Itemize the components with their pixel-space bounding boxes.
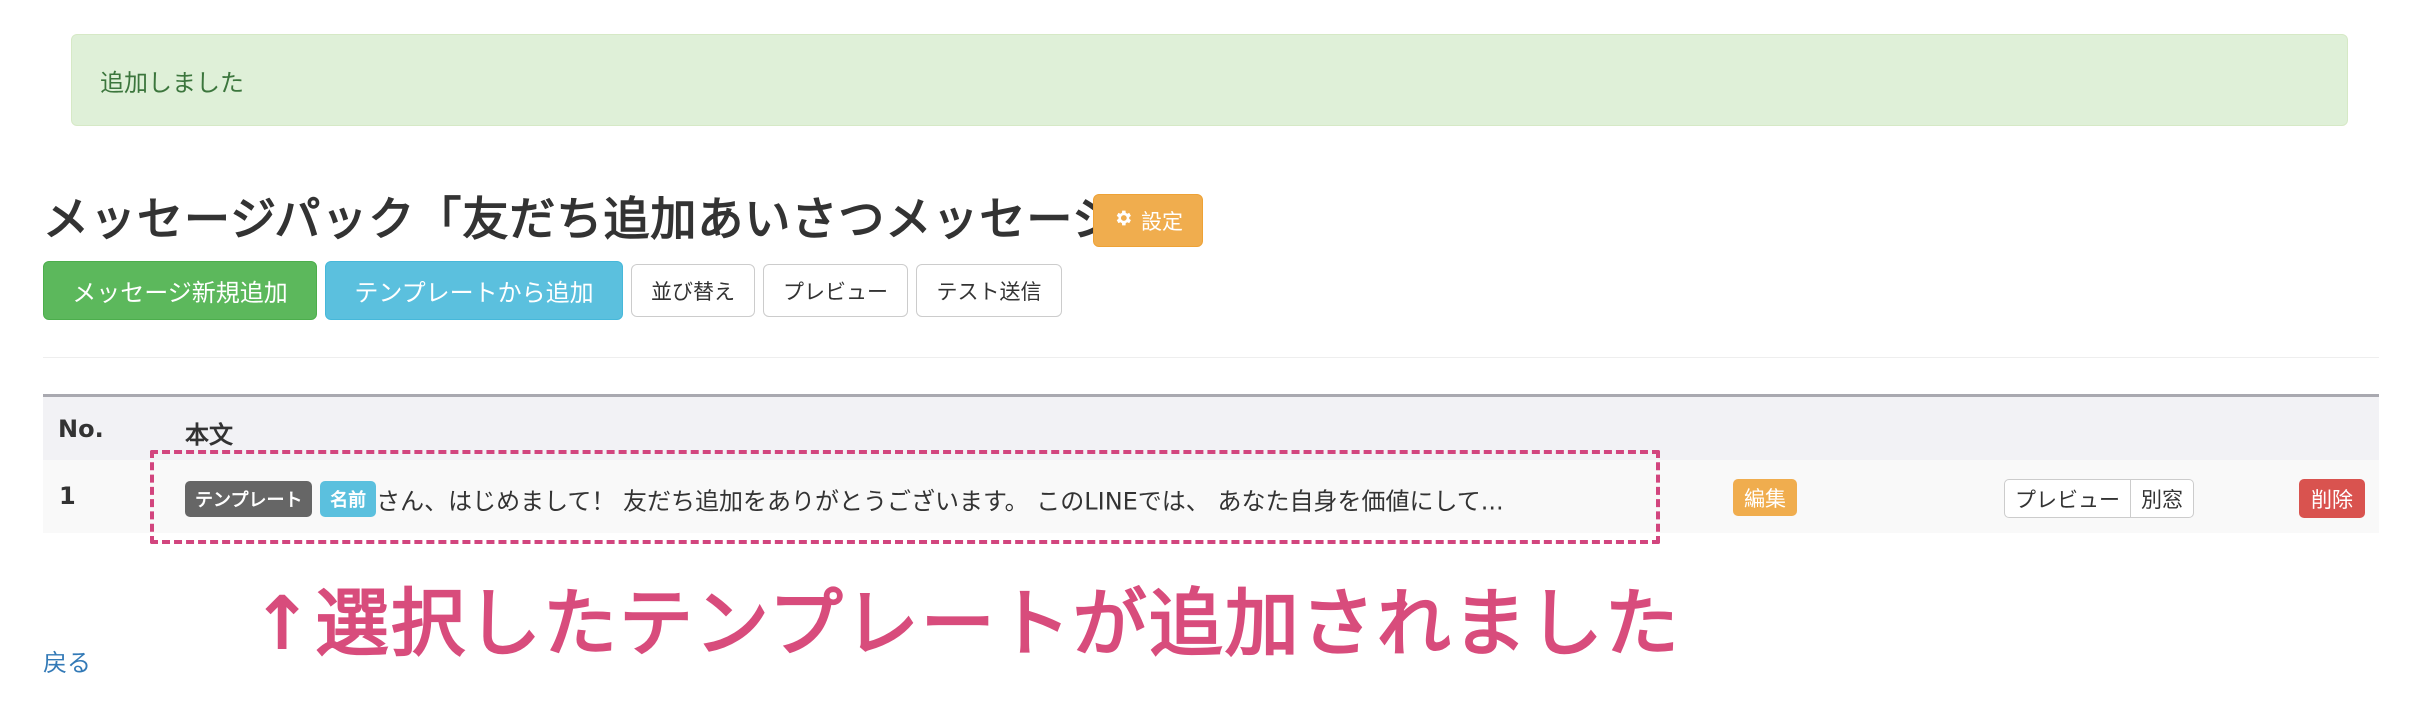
header-body: 本文: [185, 421, 233, 449]
page-title: メッセージパック「友だち追加あいさつメッセージ」: [43, 192, 1167, 246]
success-alert: 追加しました: [71, 34, 2348, 126]
add-from-template-button[interactable]: テンプレートから追加: [325, 261, 623, 320]
highlight-box: [150, 450, 1660, 544]
preview-button-group: プレビュー 別窓: [2004, 479, 2194, 518]
new-window-button[interactable]: 別窓: [2130, 480, 2193, 517]
delete-button[interactable]: 削除: [2299, 479, 2365, 518]
settings-button[interactable]: 設定: [1093, 194, 1203, 247]
settings-label: 設定: [1141, 209, 1183, 234]
back-link[interactable]: 戻る: [43, 643, 91, 678]
row-number: 1: [59, 482, 76, 510]
divider: [43, 357, 2379, 358]
sort-button[interactable]: 並び替え: [631, 264, 755, 317]
test-send-button[interactable]: テスト送信: [916, 264, 1062, 317]
row-preview-button[interactable]: プレビュー: [2005, 480, 2130, 517]
new-message-button[interactable]: メッセージ新規追加: [43, 261, 317, 320]
gear-icon: [1113, 208, 1133, 233]
preview-button[interactable]: プレビュー: [763, 264, 908, 317]
header-no: No.: [58, 415, 104, 443]
alert-message: 追加しました: [100, 68, 244, 97]
edit-button[interactable]: 編集: [1733, 479, 1797, 516]
annotation-text: ↑選択したテンプレートが追加されました: [251, 581, 1681, 667]
